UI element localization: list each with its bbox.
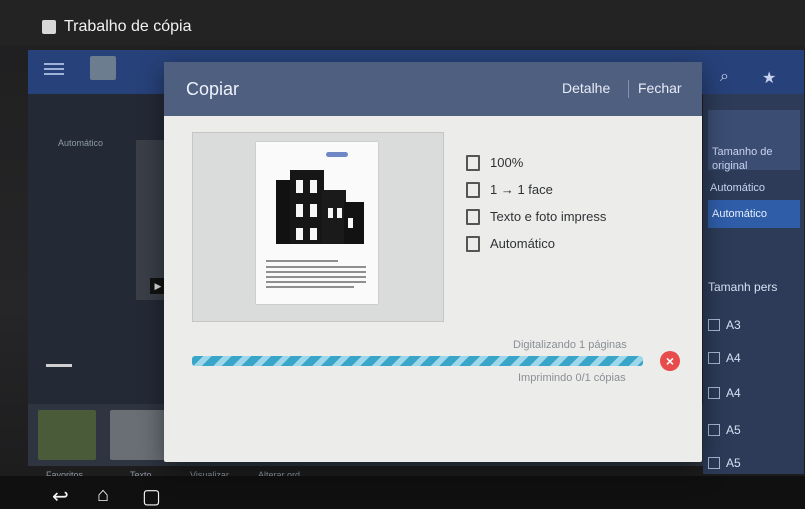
app-title-row: Trabalho de cópia (42, 18, 192, 36)
paper-size-icon (708, 424, 720, 436)
thumbnail-stack[interactable] (136, 140, 166, 300)
document-preview (256, 142, 378, 304)
size-option-label: A5 (726, 456, 741, 470)
size-option-label: A4 (726, 351, 741, 365)
back-icon[interactable]: ↩ (52, 484, 69, 509)
paper-icon (466, 235, 480, 252)
setting-zoom: 100% (466, 149, 606, 176)
dialog-title: Copiar (186, 79, 240, 99)
copy-dialog: Copiar Detalhe Fechar 100% 1 → 1 face Te… (164, 62, 702, 462)
setting-label: Texto e foto impress (490, 209, 607, 224)
duplex-icon (466, 181, 480, 198)
size-option-a5-landscape[interactable]: A5 (708, 452, 800, 474)
navigation-bar (0, 476, 805, 509)
search-icon[interactable]: ⌕ (720, 68, 729, 86)
original-size-subheading: Automático (710, 182, 766, 194)
scan-status: Digitalizando 1 páginas (513, 339, 627, 351)
size-option-label: A3 (726, 318, 741, 332)
size-option-a4[interactable]: A4 (708, 347, 800, 369)
paper-size-icon (708, 457, 720, 469)
size-option-a5[interactable]: A5 (708, 419, 800, 441)
close-button[interactable]: Fechar (638, 80, 682, 96)
left-panel-label: Automático (58, 138, 104, 148)
original-size-selected-label: Automático (712, 208, 768, 220)
size-option-a4-landscape[interactable]: A4 (708, 382, 800, 404)
page-text-line (266, 271, 366, 273)
favorite-icon[interactable]: ★ (762, 68, 776, 88)
home-icon[interactable]: ⌂ (97, 484, 109, 507)
header-divider (628, 80, 629, 98)
paper-size-icon (708, 352, 720, 364)
document-type-icon (466, 208, 480, 225)
setting-document-type: Texto e foto impress (466, 203, 606, 230)
paper-size-icon (708, 387, 720, 399)
app-title: Trabalho de cópia (64, 18, 192, 35)
detail-button[interactable]: Detalhe (562, 80, 610, 96)
cancel-icon[interactable]: × (660, 351, 680, 371)
size-option-label: A5 (726, 423, 741, 437)
page-text-line (266, 281, 366, 283)
tablet-screen: Trabalho de cópia ⌕ ★ Automático ▶ Favor… (0, 0, 805, 509)
dash-marker (46, 364, 72, 367)
zoom-icon (466, 154, 480, 171)
thumbnail-favorites[interactable] (38, 410, 96, 460)
page-text-line (266, 276, 366, 278)
recent-apps-icon[interactable]: ▢ (142, 484, 161, 509)
page-logo (326, 152, 348, 157)
size-option-a3[interactable]: A3 (708, 314, 800, 336)
original-size-line1: Tamanho de (712, 146, 773, 158)
print-status: Imprimindo 0/1 cópias (518, 372, 626, 384)
size-option-label: A4 (726, 386, 741, 400)
page-text-line (266, 266, 366, 268)
page-text-line (266, 286, 354, 288)
paper-size-icon (708, 319, 720, 331)
setting-paper: Automático (466, 230, 606, 257)
setting-label: Automático (490, 236, 556, 251)
original-size-line2: original (712, 160, 748, 172)
custom-size-heading: Tamanh pers (708, 280, 778, 294)
setting-duplex: 1 → 1 face (466, 176, 606, 203)
page-text-line (266, 260, 338, 262)
copy-settings: 100% 1 → 1 face Texto e foto impress Aut… (466, 149, 606, 257)
copy-app-icon[interactable] (90, 56, 116, 80)
copy-job-icon (42, 20, 56, 34)
thumbnail-text[interactable] (110, 410, 168, 460)
menu-icon[interactable] (44, 60, 64, 76)
setting-label: 1 → 1 face (490, 182, 553, 197)
dialog-header: Copiar Detalhe Fechar (164, 62, 702, 116)
copy-progress-bar (192, 356, 643, 366)
building-image (266, 160, 366, 248)
setting-label: 100% (490, 155, 524, 170)
